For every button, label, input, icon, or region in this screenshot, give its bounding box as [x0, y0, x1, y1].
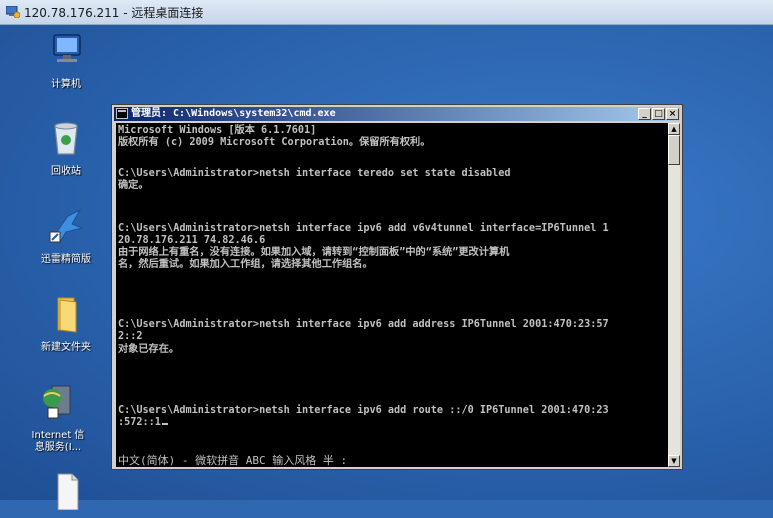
- console-line: C:\Users\Administrator>netsh interface i…: [118, 405, 609, 416]
- recycle-bin-icon: [54, 122, 78, 155]
- console-input-line[interactable]: :572::1: [118, 417, 168, 429]
- console-line: Microsoft Windows [版本 6.1.7601]: [118, 125, 317, 136]
- console-line: 确定。: [118, 180, 149, 191]
- console-line: 20.78.176.211 74.82.46.6: [118, 235, 266, 246]
- console-line: 版权所有 (c) 2009 Microsoft Corporation。保留所有…: [118, 137, 431, 148]
- cmd-title-bar[interactable]: 管理员: C:\Windows\system32\cmd.exe _ □ ×: [114, 107, 680, 121]
- desktop-icon-iis[interactable]: Internet 信 息服务(I...: [25, 382, 91, 454]
- scroll-down-button[interactable]: ▼: [668, 455, 680, 467]
- close-button[interactable]: ×: [666, 108, 679, 120]
- console-line: 由于网络上有重名，没有连接。如果加入域，请转到“控制面板”中的“系统”更改计算机: [118, 247, 510, 258]
- console-line: C:\Users\Administrator>netsh interface i…: [118, 223, 609, 234]
- cmd-window-controls: _ □ ×: [638, 108, 679, 120]
- desktop-icon-label: 回收站: [51, 166, 81, 177]
- minimize-button[interactable]: _: [638, 108, 651, 120]
- cmd-window[interactable]: 管理员: C:\Windows\system32\cmd.exe _ □ × M…: [111, 104, 683, 470]
- folder-icon: [57, 297, 77, 333]
- console-line: C:\Users\Administrator>netsh interface i…: [118, 319, 609, 330]
- rdp-title-bar: 120.78.176.211 - 远程桌面连接: [0, 0, 773, 25]
- cmd-app-icon[interactable]: [116, 108, 128, 119]
- cmd-console-output[interactable]: Microsoft Windows [版本 6.1.7601] 版权所有 (c)…: [116, 123, 668, 467]
- remote-desktop-icon: [6, 6, 20, 18]
- console-line: C:\Users\Administrator>netsh interface t…: [118, 168, 511, 179]
- vertical-scrollbar[interactable]: ▲ ▼: [668, 123, 680, 467]
- cmd-window-title: 管理员: C:\Windows\system32\cmd.exe: [131, 108, 336, 119]
- desktop-icon-label: 迅雷精简版: [41, 254, 91, 265]
- scroll-thumb[interactable]: [668, 135, 680, 165]
- document-icon: [57, 473, 79, 511]
- desktop-icon-xunlei[interactable]: 迅雷精简版: [33, 206, 99, 266]
- iis-server-icon: [43, 385, 71, 419]
- remote-desktop-area: 计算机 回收站 迅雷精简版 新建文件夹 Internet 信 息服务(I... …: [0, 25, 773, 511]
- desktop-icon-label: 计算机: [51, 79, 81, 90]
- desktop-icon-label: Internet 信 息服务(I...: [31, 430, 85, 453]
- desktop-icon-computer[interactable]: 计算机: [33, 31, 99, 91]
- desktop-icon-file[interactable]: [33, 470, 99, 518]
- computer-icon: [53, 34, 81, 62]
- rdp-window-title: 120.78.176.211 - 远程桌面连接: [24, 6, 204, 20]
- console-line: 名，然后重试。如果加入工作组，请选择其他工作组名。: [118, 259, 373, 270]
- desktop-icon-new-folder[interactable]: 新建文件夹: [33, 294, 99, 354]
- console-line-text: :572::1: [118, 417, 161, 428]
- console-line: 对象已存在。: [118, 344, 180, 355]
- xunlei-bird-icon: [49, 208, 84, 243]
- desktop-icon-label: 新建文件夹: [41, 342, 91, 353]
- console-line: 2::2: [118, 331, 143, 342]
- text-cursor: [161, 423, 168, 425]
- ime-status-bar[interactable]: 中文(简体) - 微软拼音 ABC 输入风格 半 :: [118, 455, 347, 467]
- desktop-icon-recycle-bin[interactable]: 回收站: [33, 118, 99, 178]
- scroll-up-button[interactable]: ▲: [668, 123, 680, 135]
- maximize-button[interactable]: □: [652, 108, 665, 120]
